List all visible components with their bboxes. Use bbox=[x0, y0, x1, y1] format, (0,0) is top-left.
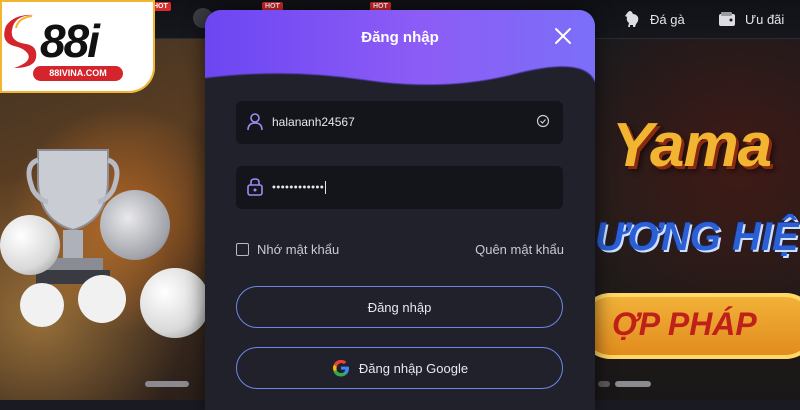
check-circle-icon bbox=[536, 114, 550, 128]
league-badge-image bbox=[20, 283, 64, 327]
dragon-logo-icon bbox=[4, 14, 37, 68]
password-mask: •••••••••••• bbox=[272, 181, 325, 194]
promo-text-brand: Yama bbox=[612, 111, 772, 180]
lock-icon bbox=[247, 178, 263, 196]
football-image bbox=[140, 268, 210, 338]
remember-label: Nhớ mật khẩu bbox=[257, 242, 340, 257]
rooster-icon bbox=[625, 11, 639, 27]
header-wave-decoration bbox=[205, 65, 595, 100]
promo-text-slogan: ƯƠNG HIỆ bbox=[595, 215, 799, 259]
login-button[interactable]: Đăng nhập bbox=[236, 286, 563, 328]
nav-item-cockfight[interactable]: Đá gà bbox=[622, 9, 685, 29]
username-field[interactable] bbox=[236, 101, 563, 144]
nav-item-label: Đá gà bbox=[650, 11, 685, 27]
nav-item-promotions[interactable]: Ưu đãi bbox=[717, 9, 784, 29]
username-input[interactable] bbox=[272, 115, 522, 129]
carousel-dot[interactable] bbox=[145, 381, 189, 387]
football-image bbox=[0, 215, 60, 275]
modal-header: Đăng nhập bbox=[205, 10, 595, 100]
remember-checkbox[interactable] bbox=[236, 243, 249, 256]
password-input[interactable]: •••••••••••• bbox=[272, 181, 522, 194]
wallet-icon bbox=[719, 12, 735, 26]
promo-text-legal: ỢP PHÁP bbox=[612, 306, 757, 342]
nav-item-label: Ưu đãi bbox=[745, 11, 785, 27]
forgot-password-link[interactable]: Quên mật khẩu bbox=[475, 242, 564, 257]
close-icon[interactable] bbox=[551, 24, 575, 48]
password-field[interactable]: •••••••••••• bbox=[236, 166, 563, 209]
logo-text: 88i bbox=[40, 15, 100, 67]
google-icon bbox=[332, 359, 349, 377]
login-button-label: Đăng nhập bbox=[367, 299, 432, 315]
league-badge-image bbox=[78, 275, 126, 323]
text-caret bbox=[325, 181, 327, 194]
carousel-dot[interactable] bbox=[615, 381, 651, 387]
google-button-label: Đăng nhập Google bbox=[358, 360, 469, 376]
user-icon bbox=[247, 113, 263, 131]
modal-title: Đăng nhập bbox=[361, 29, 439, 46]
site-logo[interactable]: 88i 88IVINA.COM bbox=[0, 0, 155, 93]
football-image bbox=[100, 190, 170, 260]
carousel-dot[interactable] bbox=[598, 381, 610, 387]
remember-password-toggle[interactable]: Nhớ mật khẩu bbox=[236, 242, 339, 257]
google-login-button[interactable]: Đăng nhập Google bbox=[236, 347, 563, 389]
logo-site-badge: 88IVINA.COM bbox=[33, 66, 123, 81]
login-modal: Đăng nhập •••••••••••• Nhớ mật khẩu Quê bbox=[205, 10, 595, 410]
